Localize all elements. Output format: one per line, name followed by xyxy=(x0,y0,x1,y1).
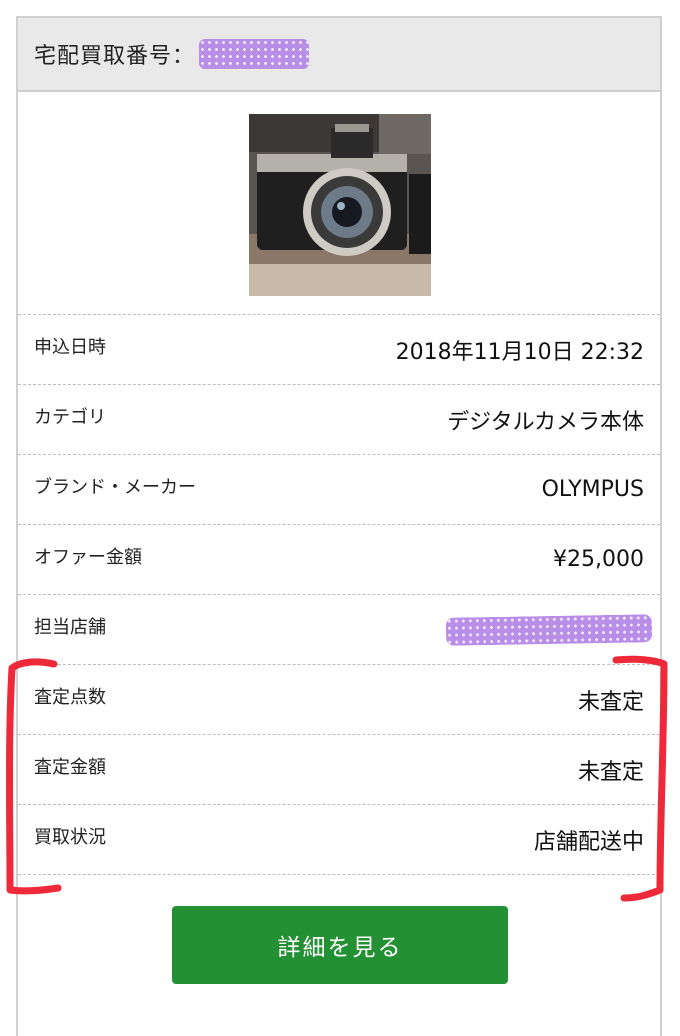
button-wrapper: 詳細を見る xyxy=(0,906,680,984)
purchase-status-value: 店舗配送中 xyxy=(533,829,644,855)
category-label: カテゴリ xyxy=(34,406,106,428)
card-header: 宅配買取番号： xyxy=(18,18,660,92)
detail-row-assessed-amount: 査定金額 未査定 xyxy=(18,735,660,805)
redacted-purchase-number xyxy=(199,39,310,69)
store-label: 担当店舗 xyxy=(34,616,106,638)
detail-row-assessed-items: 査定点数 未査定 xyxy=(18,665,660,735)
redacted-store-name xyxy=(445,613,653,646)
detail-row-brand: ブランド・メーカー OLYMPUS xyxy=(18,455,660,525)
detail-row-application-date: 申込日時 2018年11月10日 22:32 xyxy=(18,315,660,385)
product-photo[interactable] xyxy=(249,114,431,296)
assessed-amount-label: 査定金額 xyxy=(34,756,106,778)
assessed-items-value: 未査定 xyxy=(577,689,644,715)
purchase-status-label: 買取状況 xyxy=(34,826,106,848)
detail-row-store: 担当店舗 xyxy=(18,595,660,665)
assessed-amount-value: 未査定 xyxy=(577,759,644,785)
offer-amount-label: オファー金額 xyxy=(34,546,142,568)
detail-row-offer-amount: オファー金額 ¥25,000 xyxy=(18,525,660,595)
purchase-card: 宅配買取番号： 申込日時 2018年11月10日 22:32 カテゴリ デジタル… xyxy=(16,16,662,1036)
offer-amount-value: ¥25,000 xyxy=(553,547,644,572)
assessed-items-label: 査定点数 xyxy=(34,686,106,708)
application-date-value: 2018年11月10日 22:32 xyxy=(395,339,644,365)
detail-row-category: カテゴリ デジタルカメラ本体 xyxy=(18,385,660,455)
brand-label: ブランド・メーカー xyxy=(34,476,196,498)
camera-photo-icon xyxy=(249,114,431,296)
brand-value: OLYMPUS xyxy=(541,477,644,502)
application-date-label: 申込日時 xyxy=(34,336,106,358)
view-details-button[interactable]: 詳細を見る xyxy=(172,906,508,984)
detail-row-purchase-status: 買取状況 店舗配送中 xyxy=(18,805,660,875)
category-value: デジタルカメラ本体 xyxy=(447,409,644,435)
purchase-number-label: 宅配買取番号： xyxy=(34,44,196,69)
product-photo-area xyxy=(18,92,660,315)
